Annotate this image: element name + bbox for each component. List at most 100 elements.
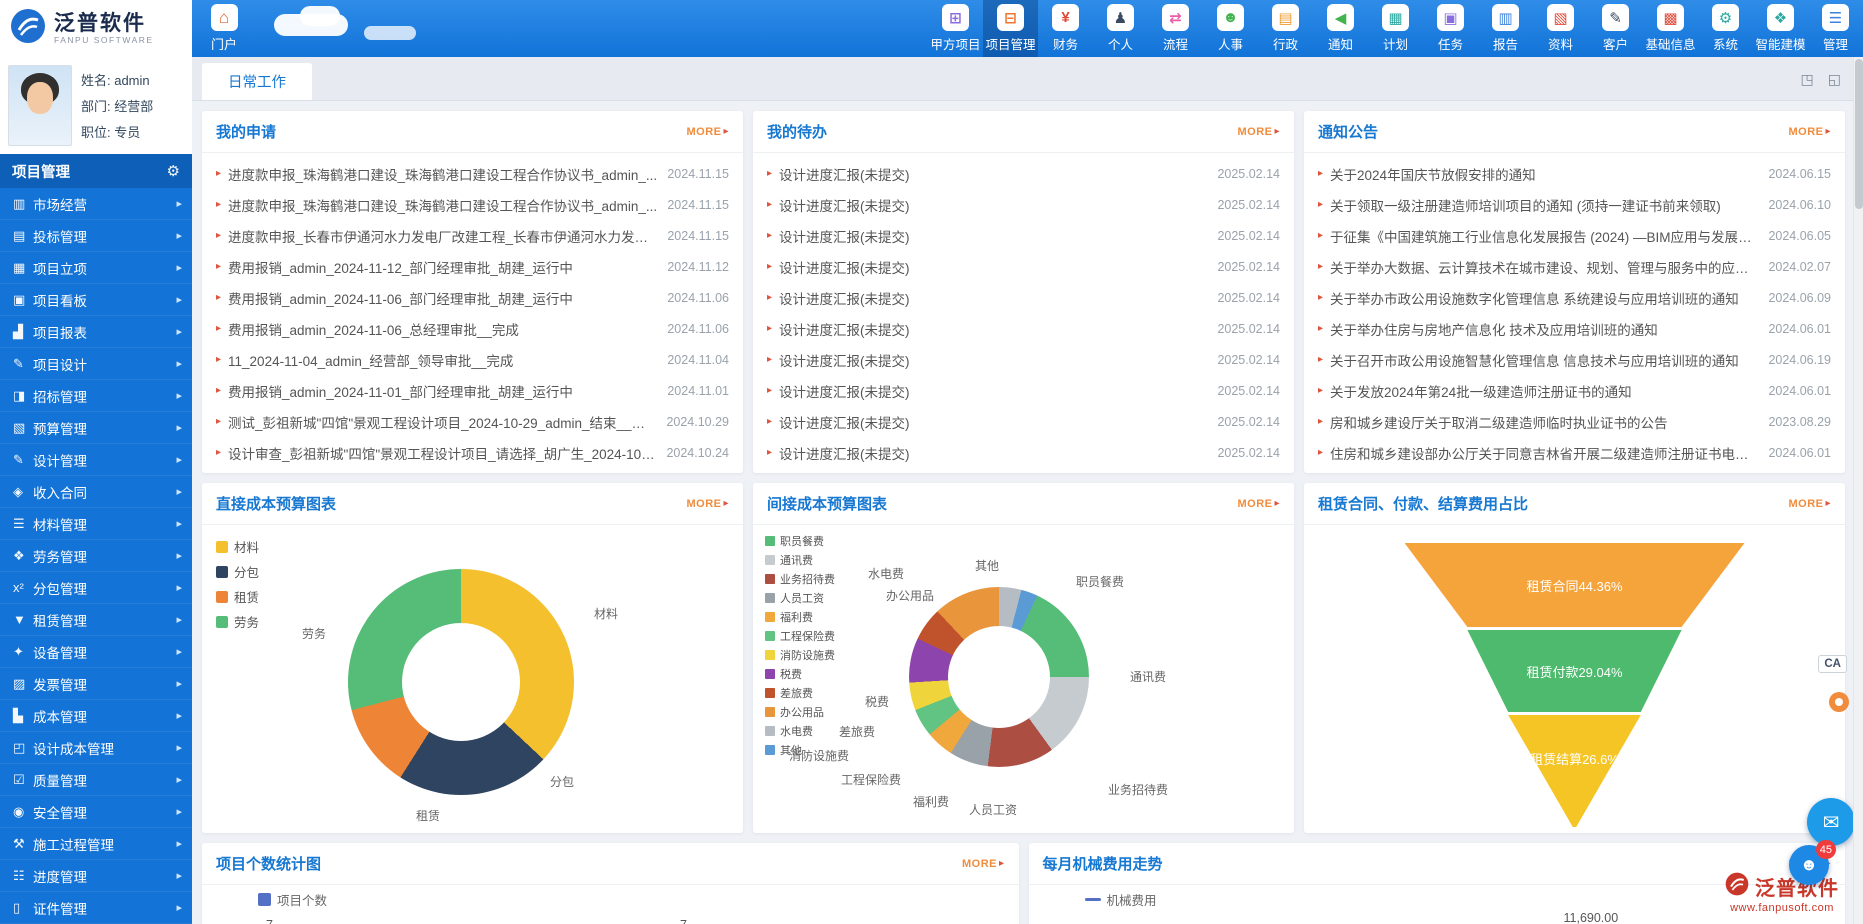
list-item[interactable]: 进度款申报_珠海鹤港口建设_珠海鹤港口建设工程合作协议书_admin_... 2… — [216, 189, 729, 220]
legend-item[interactable]: 人员工资 — [765, 590, 835, 606]
sidebar-menu-item[interactable]: ◰ 设计成本管理 — [0, 732, 192, 764]
list-item[interactable]: 设计进度汇报(未提交) 2025.02.14 — [767, 344, 1280, 375]
list-item[interactable]: 设计进度汇报(未提交) 2025.02.14 — [767, 189, 1280, 220]
indirect-cost-donut[interactable] — [909, 587, 1089, 767]
list-item[interactable]: 关于举办市政公用设施数字化管理信息 系统建设与应用培训班的通知 2024.06.… — [1318, 282, 1831, 313]
top-nav-item[interactable]: ☻ 人事 — [1203, 0, 1258, 57]
list-item[interactable]: 关于举办大数据、云计算技术在城市建设、规划、管理与服务中的应用培训班... 20… — [1318, 251, 1831, 282]
top-nav-item[interactable]: ❖ 智能建模 — [1753, 0, 1808, 57]
list-item[interactable]: 进度款申报_珠海鹤港口建设_珠海鹤港口建设工程合作协议书_admin_... 2… — [216, 158, 729, 189]
top-nav-item[interactable]: ▥ 报告 — [1478, 0, 1533, 57]
more-button[interactable]: MORE — [962, 858, 1005, 870]
top-nav-item[interactable]: ▣ 任务 — [1423, 0, 1478, 57]
sidebar-menu-item[interactable]: ❖ 劳务管理 — [0, 540, 192, 572]
top-nav-item[interactable]: ⚙ 系统 — [1698, 0, 1753, 57]
top-nav-item[interactable]: ▦ 计划 — [1368, 0, 1423, 57]
legend-item[interactable]: 分包 — [216, 562, 259, 581]
sidebar-menu-item[interactable]: ▨ 发票管理 — [0, 668, 192, 700]
legend-item[interactable]: 办公用品 — [765, 704, 835, 720]
more-button[interactable]: MORE — [1237, 498, 1280, 510]
sidebar-menu-item[interactable]: ▥ 市场经营 — [0, 188, 192, 220]
list-item[interactable]: 关于发放2024年第24批一级建造师注册证书的通知 2024.06.01 — [1318, 375, 1831, 406]
legend-item[interactable]: 租赁 — [216, 587, 259, 606]
sidebar-menu-item[interactable]: ▟ 项目报表 — [0, 316, 192, 348]
sidebar-menu-item[interactable]: ◨ 招标管理 — [0, 380, 192, 412]
top-nav-item[interactable]: ⇄ 流程 — [1148, 0, 1203, 57]
list-item[interactable]: 进度款申报_长春市伊通河水力发电厂改建工程_长春市伊通河水力发电... 2024… — [216, 220, 729, 251]
funnel-layer[interactable]: 租赁结算26.6% — [1405, 715, 1745, 827]
top-nav-item[interactable]: ✎ 客户 — [1588, 0, 1643, 57]
direct-cost-donut[interactable] — [348, 569, 574, 795]
message-button[interactable]: ✉ — [1807, 798, 1855, 846]
list-item[interactable]: 设计进度汇报(未提交) 2025.02.14 — [767, 313, 1280, 344]
sidebar-menu-item[interactable]: ✎ 设计管理 — [0, 444, 192, 476]
legend-item[interactable]: 水电费 — [765, 723, 835, 739]
chart-legend[interactable]: 机械费用 — [1085, 890, 1157, 909]
sidebar-menu-item[interactable]: ▣ 项目看板 — [0, 284, 192, 316]
app-logo[interactable]: 泛普软件 FANPU SOFTWARE — [0, 0, 192, 57]
sidebar-menu-item[interactable]: ☷ 进度管理 — [0, 860, 192, 892]
legend-item[interactable]: 工程保险费 — [765, 628, 835, 644]
list-item[interactable]: 关于领取一级注册建造师培训项目的通知 (须持一建证书前来领取) 2024.06.… — [1318, 189, 1831, 220]
list-item[interactable]: 设计进度汇报(未提交) 2025.02.14 — [767, 282, 1280, 313]
more-button[interactable]: MORE — [1788, 126, 1831, 138]
list-item[interactable]: 11_2024-11-04_admin_经营部_领导审批__完成 2024.11… — [216, 344, 729, 375]
top-nav-item[interactable]: ¥ 财务 — [1038, 0, 1093, 57]
top-nav-item[interactable]: ☰ 管理 — [1808, 0, 1863, 57]
fullscreen-icon[interactable]: ◱ — [1828, 71, 1841, 88]
list-item[interactable]: 设计进度汇报(未提交) 2025.02.14 — [767, 406, 1280, 437]
legend-item[interactable]: 差旅费 — [765, 685, 835, 701]
sidebar-menu-item[interactable]: ◉ 安全管理 — [0, 796, 192, 828]
sidebar-menu-item[interactable]: ▙ 成本管理 — [0, 700, 192, 732]
legend-item[interactable]: 消防设施费 — [765, 647, 835, 663]
scrollbar-thumb[interactable] — [1855, 59, 1863, 209]
list-item[interactable]: 设计进度汇报(未提交) 2025.02.14 — [767, 375, 1280, 406]
top-nav-item[interactable]: ◀ 通知 — [1313, 0, 1368, 57]
list-item[interactable]: 费用报销_admin_2024-11-06_部门经理审批_胡建_运行中 2024… — [216, 282, 729, 313]
ca-login-button[interactable]: CA — [1818, 655, 1847, 673]
more-button[interactable]: MORE — [686, 126, 729, 138]
sidebar-menu-item[interactable]: ☰ 材料管理 — [0, 508, 192, 540]
list-item[interactable]: 费用报销_admin_2024-11-01_部门经理审批_胡建_运行中 2024… — [216, 375, 729, 406]
sidebar-menu-item[interactable]: ▦ 项目立项 — [0, 252, 192, 284]
tab-daily-work[interactable]: 日常工作 — [202, 63, 312, 100]
top-nav-item[interactable]: ▤ 行政 — [1258, 0, 1313, 57]
top-nav-item[interactable]: ▩ 基础信息 — [1643, 0, 1698, 57]
sidebar-menu-item[interactable]: ⚒ 施工过程管理 — [0, 828, 192, 860]
legend-item[interactable]: 福利费 — [765, 609, 835, 625]
quick-tool-button[interactable] — [1829, 692, 1849, 712]
list-item[interactable]: 费用报销_admin_2024-11-12_部门经理审批_胡建_运行中 2024… — [216, 251, 729, 282]
list-item[interactable]: 关于举办住房与房地产信息化 技术及应用培训班的通知 2024.06.01 — [1318, 313, 1831, 344]
sidebar-menu-item[interactable]: ✎ 项目设计 — [0, 348, 192, 380]
vertical-scrollbar[interactable] — [1853, 57, 1863, 924]
list-item[interactable]: 关于召开市政公用设施智慧化管理信息 信息技术与应用培训班的通知 2024.06.… — [1318, 344, 1831, 375]
more-button[interactable]: MORE — [1237, 126, 1280, 138]
legend-item[interactable]: 税费 — [765, 666, 835, 682]
more-button[interactable]: MORE — [686, 498, 729, 510]
list-item[interactable]: 房和城乡建设厅关于取消二级建造师临时执业证书的公告 2023.08.29 — [1318, 406, 1831, 437]
sidebar-menu-item[interactable]: ✦ 设备管理 — [0, 636, 192, 668]
list-item[interactable]: 设计审查_彭祖新城"四馆"景观工程设计项目_请选择_胡广生_2024-10-2.… — [216, 437, 729, 468]
legend-item[interactable]: 业务招待费 — [765, 571, 835, 587]
sidebar-menu-item[interactable]: x² 分包管理 — [0, 572, 192, 604]
top-nav-item[interactable]: ⊟ 项目管理 — [983, 0, 1038, 57]
list-item[interactable]: 费用报销_admin_2024-11-06_总经理审批__完成 2024.11.… — [216, 313, 729, 344]
nav-item-portal[interactable]: ⌂ 门户 — [192, 0, 256, 57]
sidebar-menu-item[interactable]: ☑ 质量管理 — [0, 764, 192, 796]
sidebar-menu-item[interactable]: ▧ 预算管理 — [0, 412, 192, 444]
list-item[interactable]: 于征集《中国建筑施工行业信息化发展报告 (2024) —BIM应用与发展》材料.… — [1318, 220, 1831, 251]
user-avatar[interactable] — [8, 65, 72, 146]
legend-item[interactable]: 职员餐费 — [765, 533, 835, 549]
sidebar-menu-item[interactable]: ▯ 证件管理 — [0, 892, 192, 924]
sidebar-menu-item[interactable]: ◈ 收入合同 — [0, 476, 192, 508]
legend-item[interactable]: 劳务 — [216, 612, 259, 631]
list-item[interactable]: 设计进度汇报(未提交) 2025.02.14 — [767, 437, 1280, 468]
top-nav-item[interactable]: ▧ 资料 — [1533, 0, 1588, 57]
funnel-layer[interactable]: 租赁付款29.04% — [1405, 630, 1745, 712]
legend-item[interactable]: 材料 — [216, 537, 259, 556]
sidebar-menu-item[interactable]: ▤ 投标管理 — [0, 220, 192, 252]
more-button[interactable]: MORE — [1788, 498, 1831, 510]
list-item[interactable]: 关于2024年国庆节放假安排的通知 2024.06.15 — [1318, 158, 1831, 189]
gear-icon[interactable]: ⚙ — [167, 162, 180, 180]
list-item[interactable]: 设计进度汇报(未提交) 2025.02.14 — [767, 251, 1280, 282]
